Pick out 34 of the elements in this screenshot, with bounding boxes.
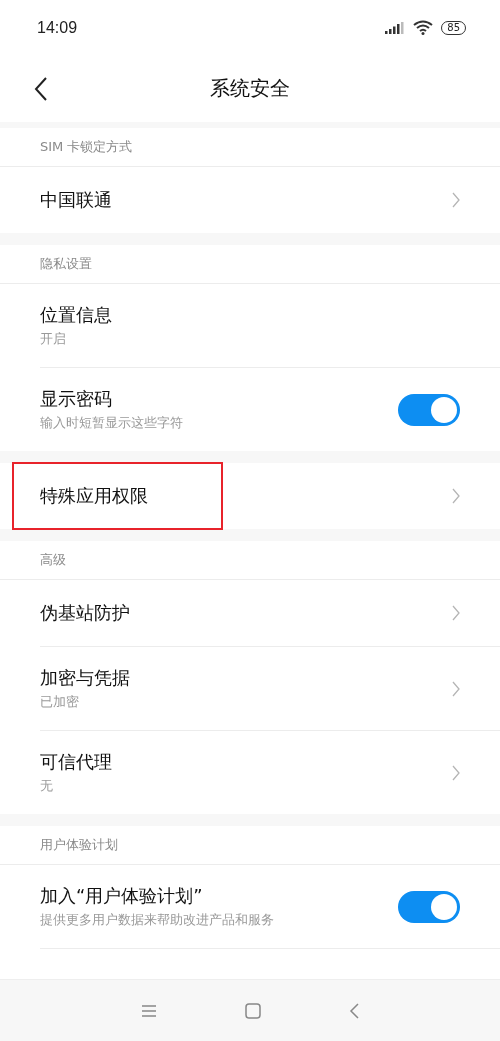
row-title: 特殊应用权限 [40, 484, 148, 508]
row-title: 伪基站防护 [40, 601, 130, 625]
row-title: 加密与凭据 [40, 666, 130, 690]
toggle-switch[interactable] [398, 890, 460, 923]
status-time: 14:09 [37, 18, 78, 37]
row-subtitle: 开启 [40, 330, 67, 348]
page-title: 系统安全 [210, 75, 290, 102]
toggle-switch[interactable] [398, 393, 460, 426]
chevron-icon [452, 488, 460, 504]
settings-row[interactable]: 伪基站防护 [40, 580, 500, 646]
settings-row[interactable]: 位置信息 开启 [40, 284, 500, 367]
row-subtitle: 已加密 [40, 693, 80, 711]
settings-row[interactable]: 加入“用户体验计划” 提供更多用户数据来帮助改进产品和服务 [40, 865, 500, 949]
chevron-icon [452, 680, 460, 697]
wifi-icon [413, 20, 434, 35]
settings-row[interactable]: 显示密码 输入时短暂显示这些字符 [40, 367, 500, 451]
settings-row[interactable]: 中国联通 [40, 167, 500, 233]
chevron-icon [452, 605, 460, 621]
back-icon[interactable] [34, 77, 48, 101]
row-subtitle: 输入时短暂显示这些字符 [40, 414, 183, 432]
signal-icon [385, 21, 406, 34]
row-title: 中国联通 [40, 188, 112, 212]
row-title: 加入“用户体验计划” [40, 884, 204, 908]
chevron-icon [452, 192, 460, 208]
home-icon[interactable] [245, 1002, 261, 1019]
settings-row[interactable]: 可信代理 无 [40, 730, 500, 814]
menu-icon[interactable] [141, 1003, 157, 1018]
chevron-icon [452, 764, 460, 781]
settings-row[interactable]: 加密与凭据 已加密 [40, 646, 500, 730]
row-subtitle: 无 [40, 777, 54, 795]
row-title: 位置信息 [40, 303, 112, 327]
row-subtitle: 提供更多用户数据来帮助改进产品和服务 [40, 911, 274, 929]
row-title: 显示密码 [40, 387, 113, 411]
row-title: 可信代理 [40, 750, 112, 774]
